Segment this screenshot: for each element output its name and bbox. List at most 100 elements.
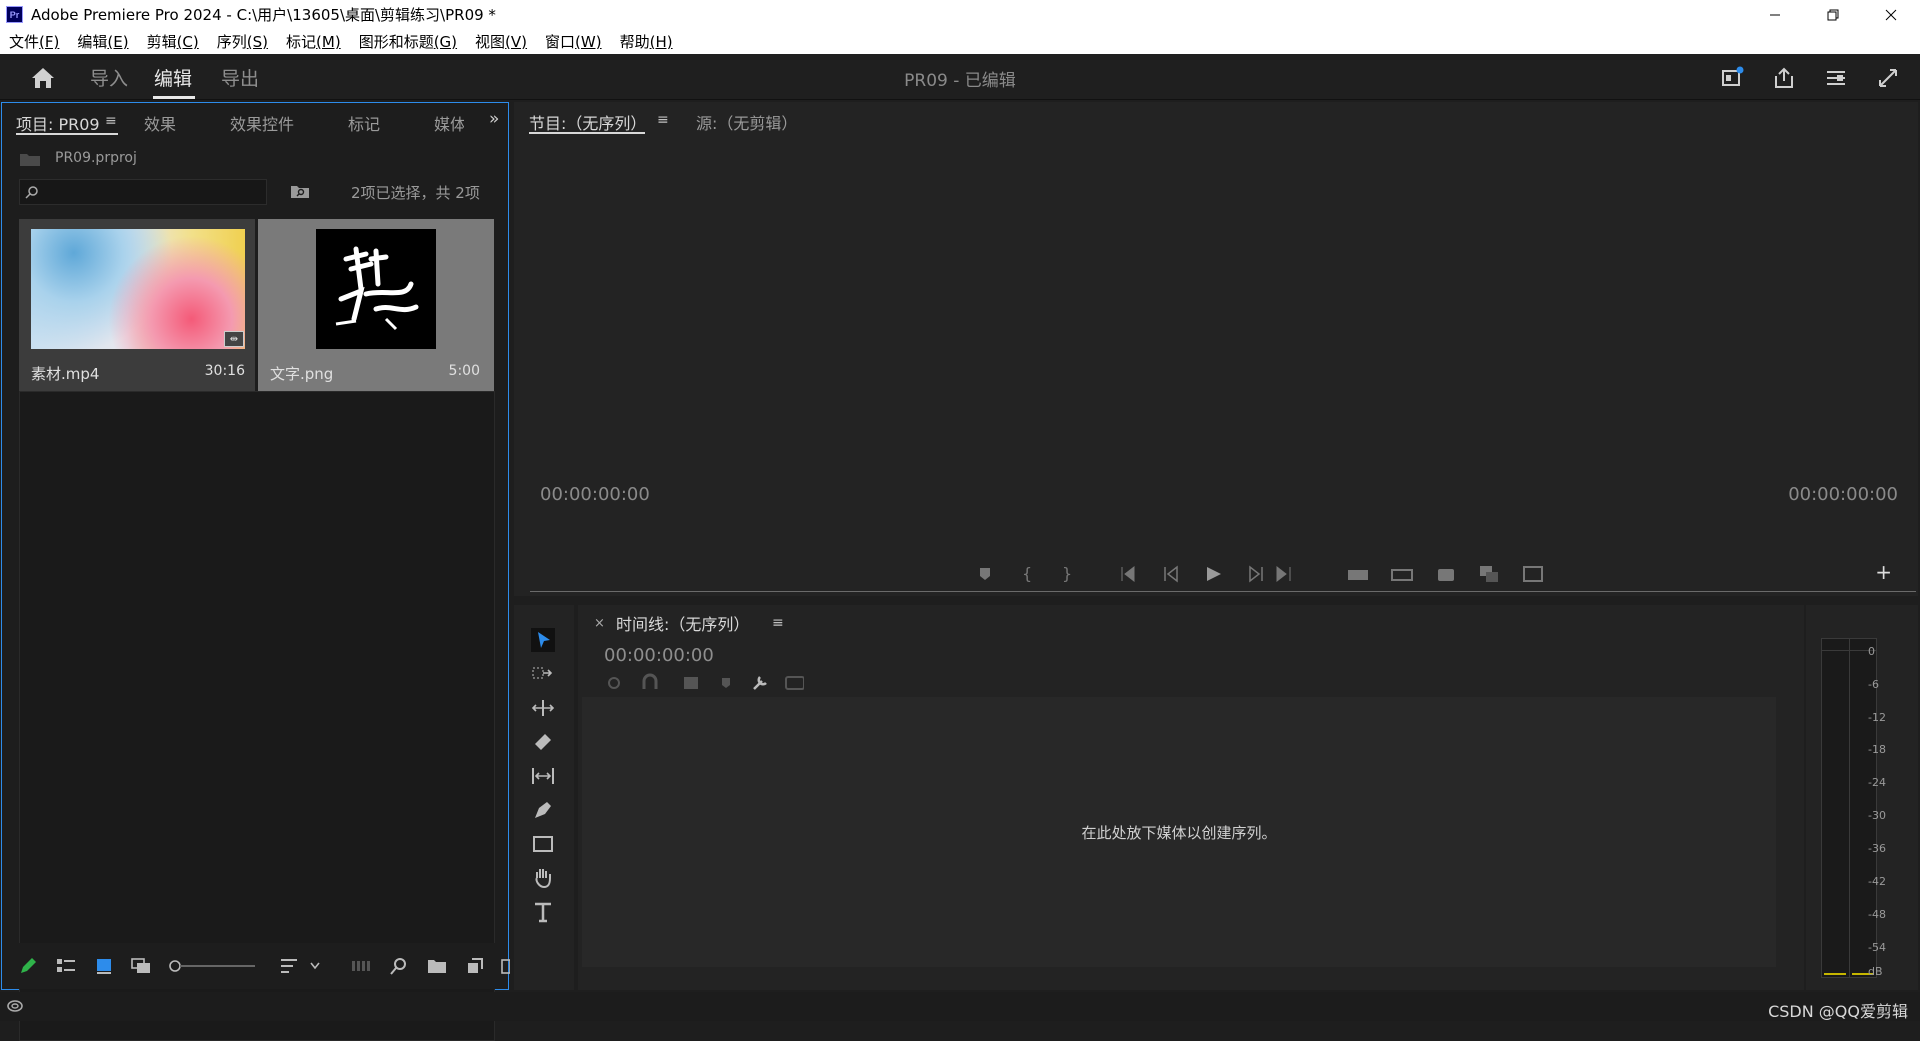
clip-name: 素材.mp4 — [31, 365, 100, 383]
program-tab-underline — [529, 132, 645, 134]
tab-effects[interactable]: 效果 — [144, 111, 176, 135]
nest-icon — [608, 677, 620, 689]
clip-thumbnail-image[interactable]: 文字.png 5:00 — [258, 219, 494, 391]
meter-scale-label: -24 — [1868, 776, 1886, 789]
menu-bar: 文件(F) 编辑(E) 剪辑(C) 序列(S) 标记(M) 图形和标题(G) 视… — [0, 29, 1920, 54]
project-search-input[interactable] — [19, 179, 267, 205]
menu-window[interactable]: 窗口(W) — [545, 31, 602, 52]
slip-tool-icon[interactable] — [531, 764, 555, 788]
tab-program[interactable]: 节目:（无序列） — [529, 110, 646, 134]
ripple-edit-tool-icon[interactable] — [531, 696, 555, 720]
captions-icon — [785, 676, 804, 690]
timeline-timecode[interactable]: 00:00:00:00 — [604, 645, 714, 666]
track-select-tool-icon[interactable] — [531, 662, 555, 686]
close-button[interactable] — [1862, 0, 1920, 29]
hand-tool-icon[interactable] — [531, 866, 555, 890]
menu-graphics[interactable]: 图形和标题(G) — [359, 31, 457, 52]
chevron-down-icon[interactable] — [309, 961, 321, 971]
workspace-bar: 导入 编辑 导出 PR09 - 已编辑 — [0, 54, 1920, 100]
active-tab-indicator — [153, 96, 195, 99]
fullscreen-icon[interactable] — [1876, 66, 1900, 90]
list-view-icon[interactable] — [55, 955, 77, 977]
clear-icon[interactable] — [500, 957, 510, 975]
freeform-view-icon[interactable] — [130, 955, 152, 977]
meter-scale-label: -36 — [1868, 842, 1886, 855]
close-icon — [1885, 9, 1897, 20]
audio-meter-panel: 0 -6 -12 -18 -24 -30 -36 -42 -48 -54 dB — [1806, 605, 1918, 990]
new-item-icon[interactable] — [464, 955, 486, 977]
tab-project[interactable]: 项目: PR09 — [16, 111, 100, 135]
tab-effect-controls[interactable]: 效果控件 — [230, 111, 294, 135]
menu-help[interactable]: 帮助(H) — [620, 31, 673, 52]
timeline-title[interactable]: 时间线:（无序列） — [616, 611, 749, 635]
title-bar: Pr Adobe Premiere Pro 2024 - C:\用户\13605… — [0, 0, 1920, 29]
project-toolbar — [2, 943, 510, 989]
meter-scale-label: -48 — [1868, 908, 1886, 921]
meter-scale-label: -6 — [1868, 678, 1879, 691]
program-monitor-panel: 节目:（无序列） ≡ 源:（无剪辑） 00:00:00:00 00:00:00:… — [514, 102, 1918, 596]
workspaces-icon[interactable] — [1824, 66, 1848, 90]
menu-edit[interactable]: 编辑(E) — [77, 31, 128, 52]
status-bar: CSDN @QQ爱剪辑 — [0, 992, 1920, 1021]
clip-thumbnail-video[interactable]: ⇹ 素材.mp4 30:16 — [19, 219, 255, 391]
share-icon[interactable] — [1772, 66, 1796, 90]
tab-markers[interactable]: 标记 — [348, 111, 380, 135]
selection-status: 2项已选择，共 2项 — [351, 184, 480, 202]
tab-media-browser[interactable]: 媒体 — [434, 111, 464, 135]
wrench-icon — [753, 676, 767, 690]
pencil-icon[interactable] — [17, 955, 39, 977]
minimize-button[interactable] — [1746, 0, 1804, 29]
sort-icon[interactable] — [278, 955, 300, 977]
clip-duration: 5:00 — [448, 363, 480, 379]
menu-markers[interactable]: 标记(M) — [286, 31, 341, 52]
meter-level-left — [1824, 973, 1846, 975]
more-tabs-icon[interactable]: » — [489, 109, 499, 129]
new-bin-icon[interactable] — [426, 955, 448, 977]
image-thumbnail — [316, 229, 436, 349]
meter-scale-label: -30 — [1868, 809, 1886, 822]
meter-scale-label: -18 — [1868, 743, 1886, 756]
search-icon — [25, 186, 38, 199]
step-back-icon — [1164, 565, 1178, 583]
clip-duration: 30:16 — [204, 363, 245, 379]
icon-view-icon[interactable] — [93, 955, 115, 977]
razor-tool-icon[interactable] — [531, 730, 555, 754]
automate-sequence-icon[interactable] — [350, 955, 372, 977]
rectangle-tool-icon[interactable] — [531, 832, 555, 856]
empty-timeline-message: 在此处放下媒体以创建序列。 — [1081, 823, 1277, 842]
meter-scale-label: 0 — [1868, 645, 1875, 658]
menu-clip[interactable]: 剪辑(C) — [147, 31, 199, 52]
tab-source[interactable]: 源:（无剪辑） — [696, 110, 797, 134]
go-to-out-icon — [1276, 565, 1291, 583]
project-tab-underline — [16, 133, 118, 135]
video-thumbnail-image — [31, 229, 245, 349]
find-icon[interactable] — [388, 955, 410, 977]
add-marker-icon — [980, 568, 990, 580]
monitor-scrub-bar[interactable] — [530, 591, 1916, 592]
playhead-timecode[interactable]: 00:00:00:00 — [540, 484, 650, 505]
find-folder-icon[interactable] — [290, 183, 310, 199]
add-marker-icon — [722, 678, 730, 688]
zoom-slider[interactable] — [167, 957, 257, 975]
type-tool-icon[interactable] — [531, 900, 555, 924]
watermark-text: CSDN @QQ爱剪辑 — [1768, 1002, 1908, 1021]
tools-panel — [514, 605, 574, 990]
go-to-in-icon — [1121, 565, 1135, 583]
menu-sequence[interactable]: 序列(S) — [217, 31, 268, 52]
timeline-menu-icon[interactable]: ≡ — [772, 615, 784, 631]
selection-tool-icon[interactable] — [531, 628, 555, 652]
project-menu-icon[interactable]: ≡ — [105, 113, 117, 129]
menu-view[interactable]: 视图(V) — [475, 31, 527, 52]
close-timeline-icon[interactable]: × — [594, 616, 605, 631]
pen-tool-icon[interactable] — [531, 798, 555, 822]
menu-file[interactable]: 文件(F) — [9, 31, 59, 52]
extract-icon — [1391, 569, 1413, 581]
program-menu-icon[interactable]: ≡ — [657, 112, 669, 128]
creative-cloud-icon[interactable] — [6, 998, 24, 1014]
add-button-icon[interactable]: + — [1875, 560, 1892, 584]
restore-button[interactable] — [1804, 0, 1862, 29]
timeline-drop-area[interactable]: 在此处放下媒体以创建序列。 — [582, 697, 1776, 967]
video-clip-badge-icon: ⇹ — [224, 331, 244, 347]
timeline-panel: × 时间线:（无序列） ≡ 00:00:00:00 在此处放下媒体以创建序列。 — [578, 605, 1804, 990]
quick-export-icon[interactable] — [1720, 66, 1744, 90]
